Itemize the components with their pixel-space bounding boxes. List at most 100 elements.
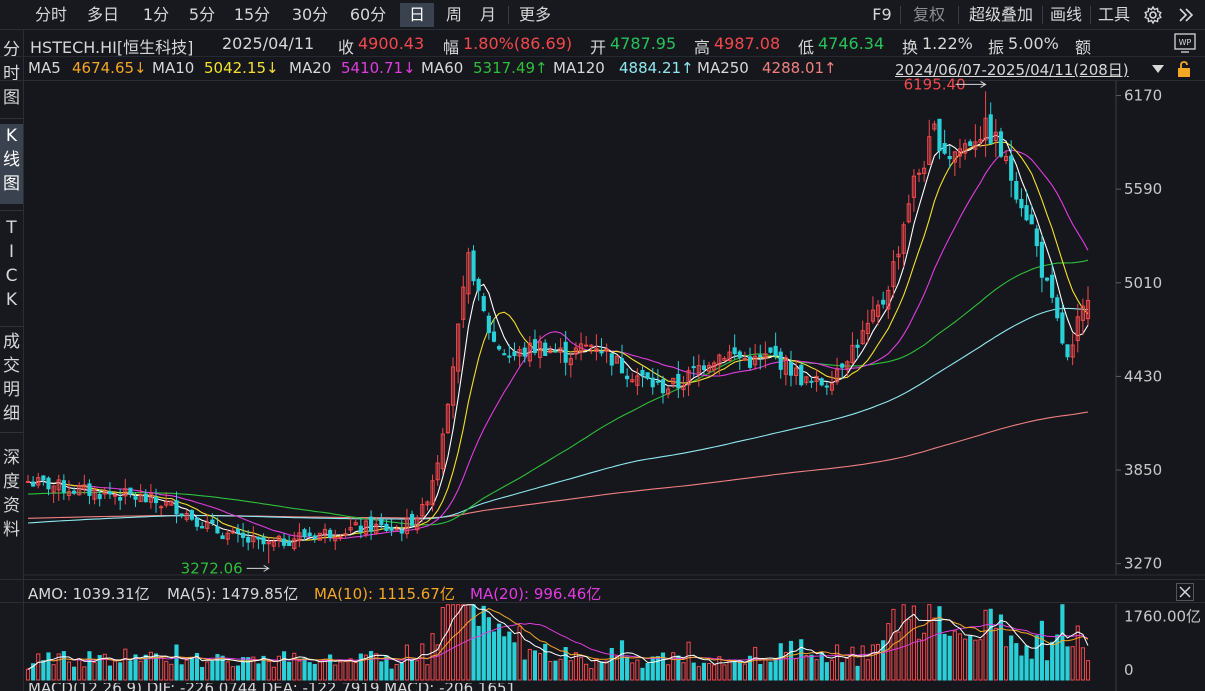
volume-bar: [251, 656, 256, 681]
candle-body: [128, 487, 133, 495]
volume-bar: [107, 665, 113, 681]
tools-button[interactable]: 工具: [1094, 3, 1134, 27]
candle-body: [225, 532, 230, 540]
tab-timeshare[interactable]: 分时: [28, 3, 74, 27]
f9-button[interactable]: F9: [868, 3, 896, 27]
draw-button[interactable]: 画线: [1046, 3, 1086, 27]
tab-month[interactable]: 月: [472, 3, 504, 27]
candle-body: [717, 354, 722, 366]
candle-body: [604, 348, 609, 352]
volume-bar: [947, 635, 952, 681]
turnover-label: 换: [902, 38, 919, 57]
volume-bar: [338, 661, 343, 681]
candle-body: [722, 357, 727, 361]
tab-1min[interactable]: 1分: [136, 3, 176, 27]
candle-body: [558, 347, 563, 353]
candle-body: [881, 299, 886, 305]
volume-bar: [138, 660, 143, 681]
candle-body: [763, 353, 768, 359]
amo-ma10-line: [27, 608, 1089, 670]
candle-body: [768, 347, 773, 353]
candle-body: [758, 354, 763, 358]
candle-body: [645, 372, 650, 379]
candle-body: [671, 377, 676, 385]
gear-icon[interactable]: [1143, 5, 1163, 25]
volume-bar: [625, 656, 630, 681]
wp-icon[interactable]: WP: [1174, 33, 1196, 53]
tab-week[interactable]: 周: [438, 3, 470, 27]
low-value: 4746.34: [818, 34, 885, 53]
candle-body: [251, 536, 256, 543]
adjust-button[interactable]: 复权: [906, 3, 952, 27]
candle-body: [957, 148, 963, 157]
low-arrow-icon: [246, 564, 270, 572]
volume-bar: [369, 650, 374, 681]
tab-5min[interactable]: 5分: [182, 3, 222, 27]
price-tick-label: 5590: [1124, 180, 1162, 198]
volume-bar: [916, 638, 922, 681]
volume-bar: [532, 650, 538, 681]
volume-bar: [717, 656, 722, 681]
volume-bar: [835, 644, 840, 681]
amplitude-value: 5.00%: [1008, 34, 1059, 53]
close-icon[interactable]: [1176, 583, 1194, 601]
high-label: 高: [694, 38, 711, 57]
tab-multiday[interactable]: 多日: [80, 3, 126, 27]
volume-bar: [322, 659, 328, 681]
volume-bar: [594, 658, 599, 681]
volume-bar: [814, 659, 819, 681]
sidebar-item-trades[interactable]: 成交明细: [0, 330, 23, 426]
volume-bar: [225, 661, 230, 681]
collapse-icon[interactable]: [1177, 7, 1195, 23]
candle-body: [988, 114, 993, 144]
candle-body: [532, 339, 538, 353]
candle-body: [87, 483, 92, 496]
price-tick-label: 3270: [1124, 555, 1162, 573]
volume-bar: [635, 659, 640, 681]
sidebar-item-depth[interactable]: 深度资料: [0, 446, 23, 542]
volume-bar: [537, 652, 543, 681]
volume-header: AMO: 1039.31亿 MA(5): 1479.85亿 MA(10): 11…: [0, 579, 1205, 603]
lock-icon[interactable]: [1176, 60, 1192, 78]
volume-bar: [317, 661, 322, 681]
candle-body: [476, 278, 481, 291]
candle-body: [389, 526, 394, 531]
volume-bar: [886, 623, 891, 681]
candle-body: [840, 363, 845, 368]
candle-body: [358, 525, 363, 533]
volume-bar: [51, 664, 56, 681]
candle-body: [747, 356, 753, 368]
volume-bar: [614, 656, 619, 681]
ma250-line: [27, 411, 1089, 519]
candle-body: [696, 365, 701, 374]
tab-more[interactable]: 更多: [512, 3, 558, 27]
sidebar-item-tick[interactable]: TICK: [0, 216, 23, 312]
sidebar-item-kline[interactable]: K线图: [0, 124, 23, 204]
candle-body: [875, 304, 881, 317]
date-range[interactable]: 2024/06/07-2025/04/11(208日): [895, 59, 1129, 80]
candle-body: [194, 517, 200, 527]
dropdown-icon[interactable]: [1151, 63, 1165, 75]
volume-bar: [502, 636, 507, 681]
amount-label: 额: [1075, 38, 1092, 57]
volume-bar: [875, 643, 881, 681]
candle-body: [911, 175, 916, 198]
volume-bar: [660, 652, 666, 681]
low-label: 低: [798, 38, 815, 57]
tab-60min[interactable]: 60分: [342, 3, 394, 27]
tab-day[interactable]: 日: [400, 3, 434, 27]
overlay-button[interactable]: 超级叠加: [962, 3, 1040, 27]
candle-body: [348, 527, 353, 531]
candle-body: [927, 136, 932, 165]
volume-bar: [911, 605, 916, 681]
tab-30min[interactable]: 30分: [284, 3, 336, 27]
volume-bar: [363, 654, 369, 681]
tab-15min[interactable]: 15分: [226, 3, 278, 27]
candle-body: [778, 351, 783, 370]
candle-body: [568, 358, 573, 366]
volume-bar: [215, 654, 220, 681]
volume-bar: [768, 661, 773, 681]
toolbar-divider: [1042, 6, 1043, 24]
candle-body: [527, 342, 532, 362]
volume-bar: [266, 661, 271, 681]
